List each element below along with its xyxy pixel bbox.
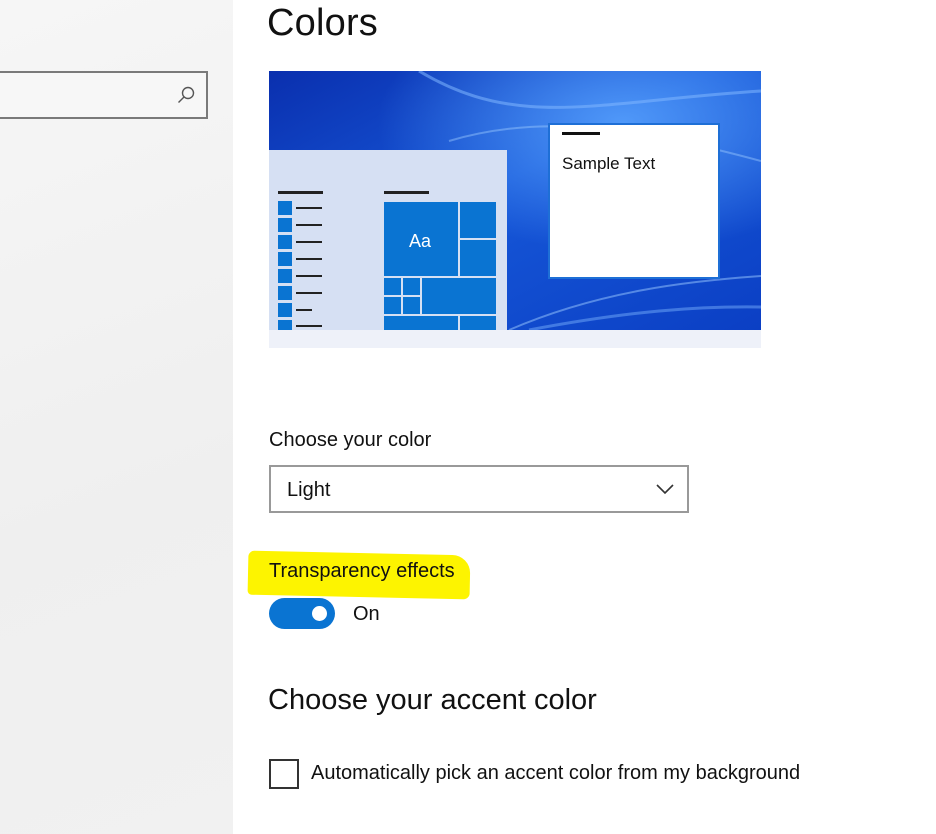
sample-window (550, 125, 718, 277)
preview-graphic (269, 71, 761, 348)
search-icon[interactable] (176, 85, 196, 105)
tile-label: Aa (408, 231, 432, 251)
auto-accent-label[interactable]: Automatically pick an accent color from … (311, 762, 800, 785)
page-title: Colors (267, 2, 379, 44)
toggle-knob (312, 606, 327, 621)
chevron-down-icon (656, 484, 674, 495)
taskbar (269, 330, 761, 348)
navigation-pane (0, 0, 233, 834)
search-input[interactable] (0, 71, 208, 119)
color-mode-value: Light (287, 479, 331, 501)
sample-text: Sample Text (562, 154, 656, 173)
choose-color-label: Choose your color (269, 429, 432, 451)
auto-accent-checkbox[interactable] (269, 759, 299, 789)
toggle-state-label: On (353, 603, 380, 625)
transparency-toggle[interactable] (269, 598, 335, 629)
accent-color-heading: Choose your accent color (268, 684, 597, 716)
transparency-effects-label: Transparency effects (269, 560, 455, 582)
color-mode-dropdown[interactable]: Light (269, 465, 689, 513)
theme-preview: Sample Text Aa (269, 71, 761, 348)
